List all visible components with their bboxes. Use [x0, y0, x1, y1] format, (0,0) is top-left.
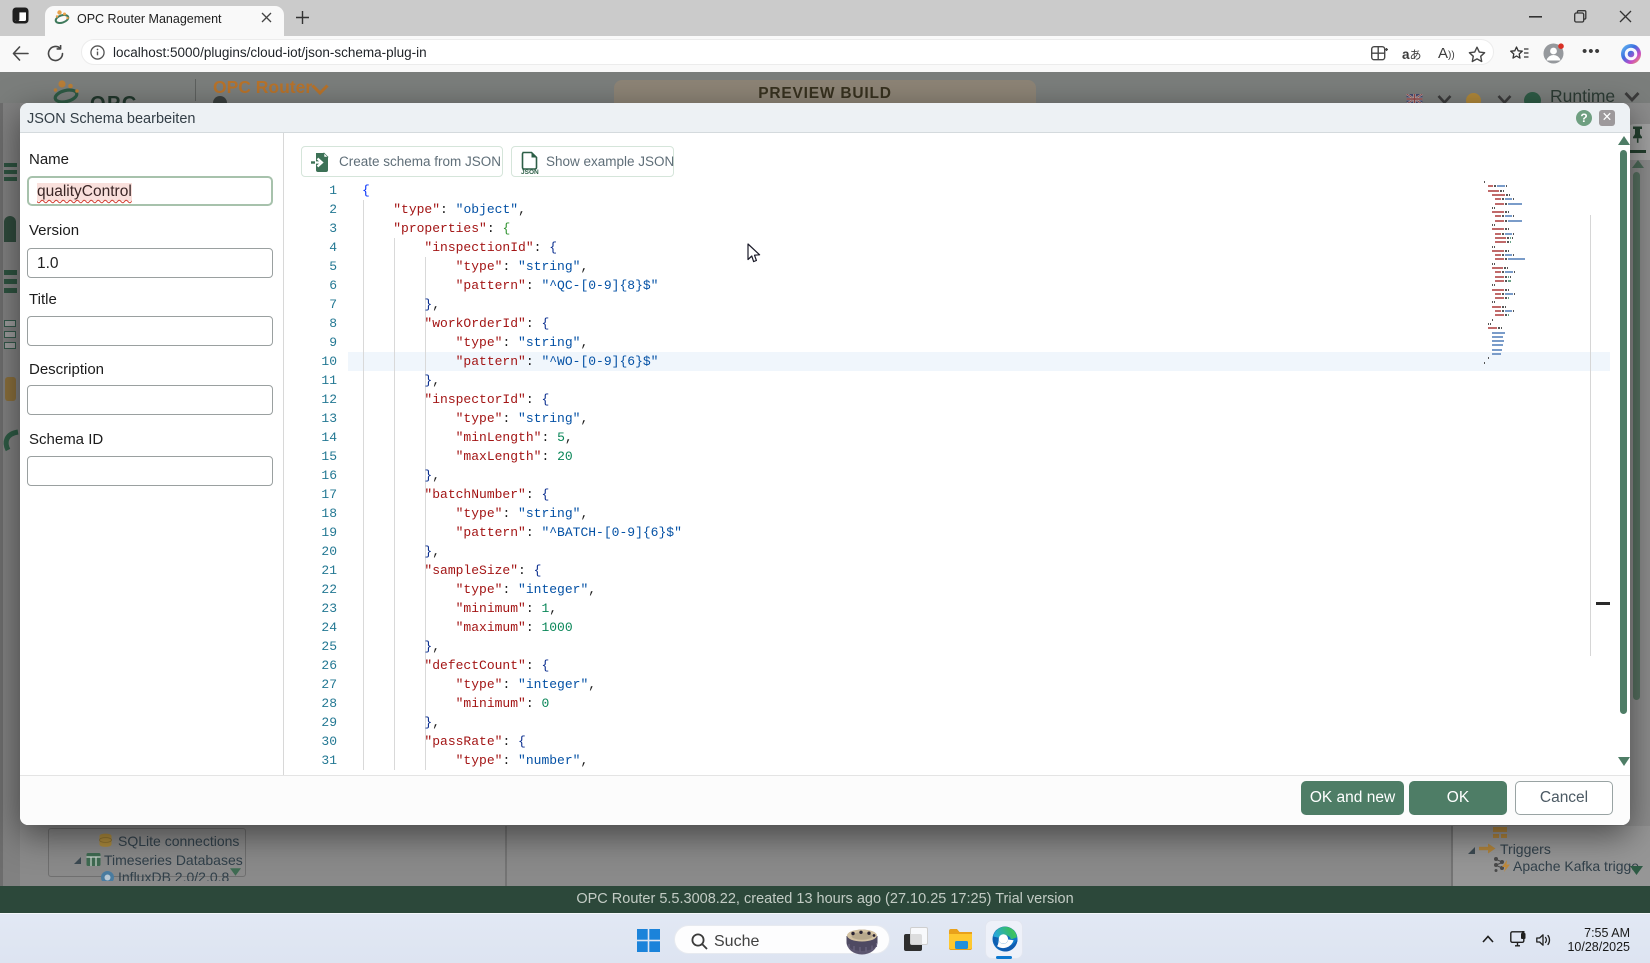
svg-text:JSON: JSON [521, 169, 539, 175]
